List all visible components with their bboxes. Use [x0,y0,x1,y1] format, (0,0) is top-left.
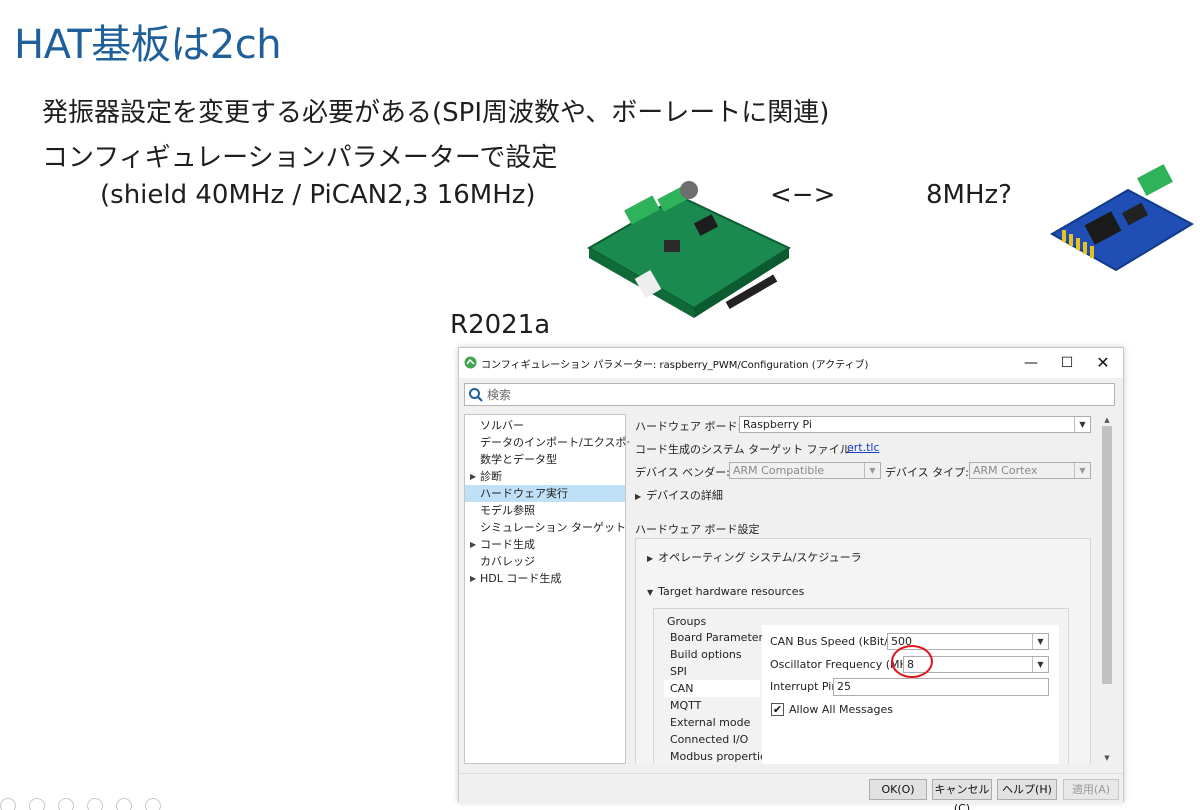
slide-text-line3: (shield 40MHz / PiCAN2,3 16MHz) [100,180,536,210]
chevron-down-icon: ▼ [1032,634,1048,649]
group-mqtt[interactable]: MQTT [664,697,760,714]
highlight-circle [891,645,933,678]
allow-all-messages-checkbox[interactable]: ✔ [771,703,784,716]
ok-button[interactable]: OK(O) [869,779,927,800]
slide-title: HAT基板は2ch [14,22,282,68]
chevron-down-icon: ▼ [1032,657,1048,672]
scroll-thumb[interactable] [1102,426,1112,684]
nav-dot[interactable] [145,798,161,810]
vertical-scrollbar[interactable]: ▲ ▼ [1101,414,1113,764]
mhz-question-text: 8MHz? [926,180,1012,210]
search-box[interactable] [464,383,1115,406]
chevron-down-icon: ▼ [1074,417,1090,432]
tree-item-hardware-implementation[interactable]: ハードウェア実行 [465,485,625,502]
tree-item-data-import-export[interactable]: データのインポート/エクスポート [465,434,648,451]
tree-item-simulation-target[interactable]: シミュレーション ターゲット [465,519,626,536]
help-button[interactable]: ヘルプ(H) [997,779,1057,800]
expand-triangle-icon: ▶ [647,554,654,563]
group-spi[interactable]: SPI [664,663,760,680]
chevron-down-icon: ▼ [1074,463,1090,478]
allow-all-messages-label: Allow All Messages [789,703,893,716]
device-vendor-label: デバイス ベンダー: [635,466,730,479]
group-can[interactable]: CAN [664,680,760,697]
hardware-board-select[interactable]: Raspberry Pi ▼ [739,416,1091,433]
groups-list: Board Parameters Build options SPI CAN M… [664,629,773,764]
collapse-triangle-icon: ▼ [647,588,654,597]
release-label: R2021a [450,310,551,340]
group-build-options[interactable]: Build options [664,646,760,663]
hw-board-settings-label: ハードウェア ボード設定 [635,523,760,536]
device-vendor-select[interactable]: ARM Compatible ▼ [729,462,881,479]
chevron-down-icon: ▼ [864,463,880,478]
close-button[interactable]: ✕ [1086,352,1120,374]
interrupt-pin-label: Interrupt Pin: [770,680,843,693]
maximize-button[interactable]: ☐ [1050,352,1084,374]
group-external-mode[interactable]: External mode [664,714,760,731]
nav-dot[interactable] [116,798,132,810]
mcp2515-module-image [1049,164,1195,272]
configuration-parameters-dialog: コンフィギュレーション パラメーター: raspberry_PWM/Config… [458,347,1124,810]
matlab-logo-icon [464,356,477,369]
tree-item-math-data-types[interactable]: 数学とデータ型 [465,451,625,468]
scroll-up-arrow-icon[interactable]: ▲ [1101,414,1113,426]
tree-item-hdl-code-generation[interactable]: ▶ HDL コード生成 [465,570,625,587]
tree-item-model-referencing[interactable]: モデル参照 [465,502,625,519]
scroll-down-arrow-icon[interactable]: ▼ [1101,752,1113,764]
device-type-select[interactable]: ARM Cortex ▼ [969,462,1091,479]
expand-triangle-icon: ▶ [635,492,642,501]
nav-dot[interactable] [0,798,16,810]
group-connected-io[interactable]: Connected I/O [664,731,760,748]
tree-item-coverage[interactable]: カバレッジ [465,553,625,570]
search-icon [469,388,483,402]
ert-tlc-link[interactable]: ert.tlc [847,441,880,454]
device-type-label: デバイス タイプ: [885,466,969,479]
settings-panel: ハードウェア ボード: Raspberry Pi ▼ コード生成のシステム ター… [629,414,1115,764]
hardware-board-label: ハードウェア ボード: [635,420,742,433]
group-board-parameters[interactable]: Board Parameters [664,629,769,646]
apply-button[interactable]: 適用(A) [1063,779,1119,800]
dialog-footer: OK(O) キャンセル(C) ヘルプ(H) 適用(A) [459,773,1123,810]
can-speed-label: CAN Bus Speed (kBit/s): [770,635,902,648]
nav-dot[interactable] [29,798,45,810]
device-details-expander[interactable]: ▶ デバイスの詳細 [635,487,723,503]
slide-nav-controls[interactable] [0,798,174,810]
codegen-target-label: コード生成のシステム ターゲット ファイル: [635,443,855,456]
interrupt-pin-input[interactable]: 25 [833,678,1049,696]
tree-item-code-generation[interactable]: ▶ コード生成 [465,536,625,553]
tree-item-solver[interactable]: ソルバー [465,417,625,434]
dialog-title: コンフィギュレーション パラメーター: raspberry_PWM/Config… [481,360,869,371]
os-scheduler-expander[interactable]: ▶ オペレーティング システム/スケジューラ [647,549,862,565]
slide-text-line1: 発振器設定を変更する必要がある(SPI周波数や、ボーレートに関連) [42,98,830,128]
target-resources-expander[interactable]: ▼ Target hardware resources [647,585,804,598]
cancel-button[interactable]: キャンセル(C) [932,779,992,810]
dialog-titlebar: コンフィギュレーション パラメーター: raspberry_PWM/Config… [459,348,1123,378]
minimize-button[interactable]: — [1014,352,1048,374]
nav-dot[interactable] [87,798,103,810]
tree-item-diagnostics[interactable]: ▶ 診断 [465,468,625,485]
groups-label: Groups [667,615,707,628]
search-input[interactable] [487,386,1087,404]
nav-dot[interactable] [58,798,74,810]
can-hat-board-image [586,181,792,318]
group-modbus-properties[interactable]: Modbus properties [664,748,773,764]
category-tree: ソルバー データのインポート/エクスポート 数学とデータ型 ▶ 診断 ハードウェア… [464,414,648,764]
slide-text-line2: コンフィギュレーションパラメーターで設定 [42,143,558,173]
